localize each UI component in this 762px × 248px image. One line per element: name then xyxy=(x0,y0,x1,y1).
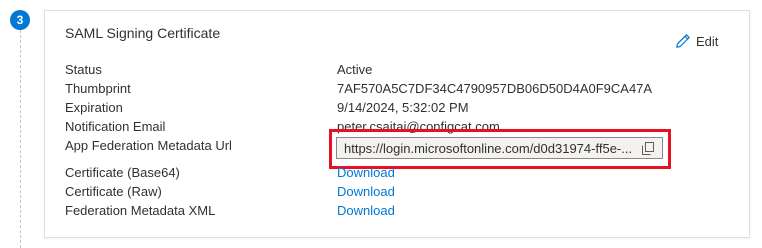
thumbprint-value: 7AF570A5C7DF34C4790957DB06D50D4A0F9CA47A xyxy=(337,81,653,96)
notification-email-label: Notification Email xyxy=(65,119,166,134)
app-federation-metadata-url-value: https://login.microsoftonline.com/d0d319… xyxy=(344,140,633,156)
app-federation-metadata-url-field[interactable]: https://login.microsoftonline.com/d0d319… xyxy=(336,137,663,159)
step-number-badge: 3 xyxy=(10,10,30,30)
expiration-value: 9/14/2024, 5:32:02 PM xyxy=(337,100,469,115)
certificate-raw-label: Certificate (Raw) xyxy=(65,184,162,199)
federation-metadata-xml-label: Federation Metadata XML xyxy=(65,203,216,218)
federation-metadata-xml-download-link[interactable]: Download xyxy=(337,203,395,219)
certificate-base64-label: Certificate (Base64) xyxy=(65,165,180,180)
edit-label: Edit xyxy=(696,33,719,49)
url-highlight-box: https://login.microsoftonline.com/d0d319… xyxy=(329,129,671,169)
expiration-label: Expiration xyxy=(65,100,123,115)
edit-button[interactable]: Edit xyxy=(675,31,718,51)
app-federation-metadata-url-label: App Federation Metadata Url xyxy=(65,138,232,153)
certificate-raw-download-link[interactable]: Download xyxy=(337,184,395,200)
thumbprint-label: Thumbprint xyxy=(65,81,131,96)
step-connector-line xyxy=(20,30,21,248)
status-value: Active xyxy=(337,62,373,77)
certificate-base64-download-link[interactable]: Download xyxy=(337,165,395,181)
card-title: SAML Signing Certificate xyxy=(65,25,221,41)
status-label: Status xyxy=(65,62,102,77)
saml-signing-certificate-card: SAML Signing Certificate Edit Status Act… xyxy=(44,10,750,238)
pencil-icon xyxy=(675,33,691,49)
copy-icon[interactable] xyxy=(642,142,654,160)
